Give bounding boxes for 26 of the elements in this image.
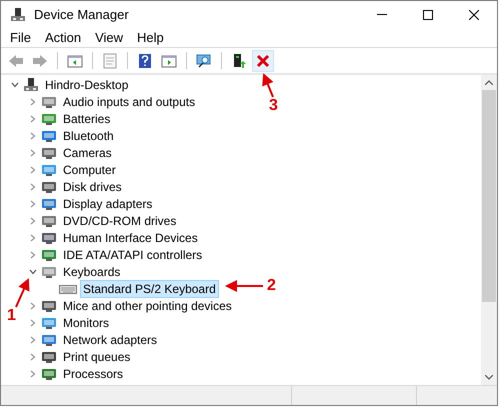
tree-item[interactable]: Mice and other pointing devices [60,296,235,314]
tree-item[interactable]: Standard PS/2 Keyboard [80,280,219,298]
annotation-number: 2 [267,277,276,295]
tree-item[interactable]: Computer [60,160,119,178]
menu-item[interactable]: View [88,28,130,48]
window-title: Device Manager [34,6,129,24]
tree-item[interactable]: Bluetooth [60,126,117,144]
tree-item[interactable]: Network adapters [60,330,160,348]
tree-item[interactable]: Monitors [60,314,112,332]
annotation-number: 3 [269,97,278,115]
tree-item[interactable]: Keyboards [60,262,124,280]
tree-item[interactable]: Print queues [60,348,134,366]
annotation-number: 1 [7,307,16,325]
tree-item[interactable]: Disk drives [60,178,125,196]
tree-item[interactable]: Display adapters [60,194,156,212]
tree-item[interactable]: Processors [60,364,126,382]
tree-item[interactable]: Human Interface Devices [60,228,201,246]
menu-item[interactable]: File [3,28,38,48]
tree-item[interactable]: Batteries [60,110,114,128]
menu-item[interactable]: Action [38,28,88,48]
tree-item[interactable]: Hindro-Desktop [42,76,132,94]
tree-item[interactable]: Cameras [60,144,115,162]
menu-item[interactable]: Help [130,28,171,48]
tree-item[interactable]: Audio inputs and outputs [60,92,198,110]
tree-item[interactable]: IDE ATA/ATAPI controllers [60,246,206,264]
tree-item[interactable]: DVD/CD-ROM drives [60,212,180,230]
